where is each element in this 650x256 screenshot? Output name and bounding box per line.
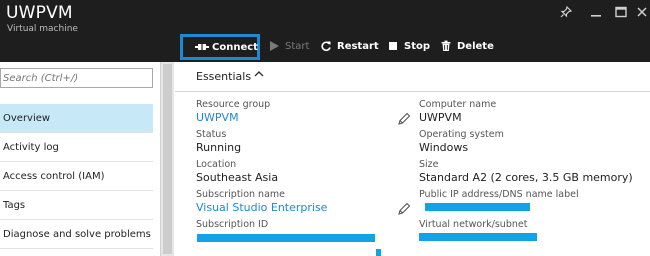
redacted-subscription-id	[197, 234, 375, 242]
page-subtitle: Virtual machine	[7, 24, 78, 34]
location-label: Location	[196, 159, 237, 170]
size-label: Size	[419, 159, 439, 170]
subscription-id-label: Subscription ID	[196, 219, 269, 230]
resource-menu: Overview Activity log Access control (IA…	[0, 62, 160, 256]
computer-name-value: UWPVM	[419, 111, 462, 124]
size-value: Standard A2 (2 cores, 3.5 GB memory)	[419, 171, 633, 184]
stop-icon	[387, 40, 399, 52]
redacted-virtual-network	[419, 233, 537, 241]
nav-item-overview[interactable]: Overview	[0, 104, 153, 133]
public-ip-label: Public IP address/DNS name label	[419, 189, 579, 200]
operating-system-value: Windows	[419, 141, 469, 154]
nav-scrollbar[interactable]	[160, 62, 174, 256]
delete-label: Delete	[457, 40, 494, 52]
maximize-icon[interactable]	[611, 6, 631, 22]
edit-resource-group-icon[interactable]	[397, 111, 411, 125]
nav-item-diagnose[interactable]: Diagnose and solve problems	[0, 220, 153, 249]
stop-button[interactable]: Stop	[387, 34, 430, 58]
stop-label: Stop	[404, 40, 431, 52]
search-input[interactable]	[0, 68, 153, 88]
connect-label: Connect	[212, 41, 258, 53]
computer-name-label: Computer name	[419, 99, 497, 110]
edit-subscription-icon[interactable]	[397, 201, 411, 215]
connect-button[interactable]: Connect	[180, 34, 260, 60]
start-button[interactable]: Start	[268, 34, 309, 58]
plug-icon	[195, 41, 209, 53]
redaction-mark	[376, 249, 381, 256]
trash-icon	[440, 40, 452, 52]
nav-item-tags[interactable]: Tags	[0, 191, 153, 220]
subscription-name-label: Subscription name	[196, 189, 285, 200]
delete-button[interactable]: Delete	[440, 34, 494, 58]
virtual-network-label: Virtual network/subnet	[419, 219, 528, 230]
close-icon[interactable]	[632, 6, 650, 22]
nav-item-access-control[interactable]: Access control (IAM)	[0, 162, 153, 191]
resource-group-link[interactable]: UWPVM	[196, 111, 239, 124]
start-label: Start	[285, 40, 310, 52]
restart-label: Restart	[337, 40, 379, 52]
essentials-header[interactable]: Essentials	[175, 62, 650, 92]
subscription-name-link[interactable]: Visual Studio Enterprise	[196, 201, 327, 214]
nav-item-activity-log[interactable]: Activity log	[0, 133, 153, 162]
restart-button[interactable]: Restart	[320, 34, 379, 58]
restart-icon	[320, 40, 332, 52]
redacted-public-ip	[425, 203, 530, 211]
status-label: Status	[196, 129, 227, 140]
page-title: UWPVM	[6, 3, 73, 23]
pin-icon[interactable]	[556, 5, 576, 22]
essentials-title: Essentials	[196, 70, 252, 83]
play-icon	[268, 40, 280, 52]
minimize-icon[interactable]	[586, 6, 606, 22]
status-value: Running	[196, 141, 242, 154]
command-toolbar: Connect Start Restart Stop Delete	[180, 34, 650, 60]
resource-group-label: Resource group	[196, 99, 271, 110]
blade-header: UWPVM Virtual machine Connect Start Rest…	[0, 0, 650, 62]
operating-system-label: Operating system	[419, 129, 504, 140]
essentials-panel: Essentials Resource group UWPVM Status R…	[175, 62, 650, 256]
scrollbar-thumb[interactable]	[163, 64, 172, 254]
location-value: Southeast Asia	[196, 171, 279, 184]
nav-list: Overview Activity log Access control (IA…	[0, 104, 153, 249]
chevron-up-icon[interactable]	[253, 68, 265, 83]
